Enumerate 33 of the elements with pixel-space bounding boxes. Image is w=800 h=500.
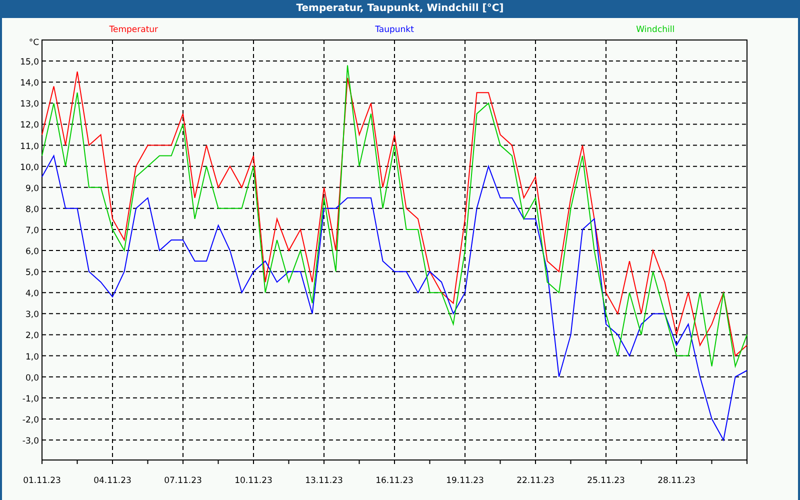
axis-tick-label: 3,0 — [25, 310, 39, 320]
axis-tick-label: 6,0 — [25, 247, 39, 258]
axis-tick-label: 7,0 — [25, 226, 39, 236]
axis-tick-label: 19.11.23 — [446, 476, 484, 486]
axis-tick-label: 28.11.23 — [658, 476, 696, 486]
axis-title: °C — [28, 38, 39, 48]
axis-tick-label: 16.11.23 — [376, 476, 414, 486]
axis-tick-label: 10,0 — [20, 162, 39, 173]
axis-tick-label: 01.11.23 — [23, 476, 61, 486]
legend-label: Windchill — [636, 25, 675, 35]
axis-tick-label: -1,0 — [22, 394, 39, 404]
axis-tick-label: 13,0 — [20, 100, 39, 110]
axis-tick-label: 1,0 — [25, 352, 39, 362]
axis-tick-label: 12,0 — [20, 120, 39, 131]
axis-tick-label: 07.11.23 — [164, 476, 202, 486]
axis-tick-label: -2,0 — [22, 415, 39, 426]
axis-tick-label: 04.11.23 — [94, 476, 132, 486]
axis-tick-label: 14,0 — [20, 78, 39, 89]
axis-tick-label: 0,0 — [25, 373, 39, 384]
axis-tick-label: 2,0 — [25, 331, 39, 342]
axis-tick-label: 11,0 — [20, 142, 39, 152]
axis-tick-label: -3,0 — [22, 436, 39, 446]
axis-tick-label: 25.11.23 — [587, 476, 625, 486]
axis-tick-label: 8,0 — [25, 204, 39, 215]
legend-label: Temperatur — [109, 25, 158, 35]
axis-tick-label: 15,0 — [20, 58, 39, 68]
axis-tick-label: 13.11.23 — [305, 476, 343, 486]
axis-tick-label: 22.11.23 — [516, 476, 554, 486]
axis-tick-label: 4,0 — [25, 289, 39, 300]
legend-label: Taupunkt — [375, 25, 414, 35]
axis-tick-label: 10.11.23 — [234, 476, 272, 486]
axis-tick-label: 9,0 — [25, 184, 39, 194]
axis-tick-label: 5,0 — [25, 268, 39, 278]
